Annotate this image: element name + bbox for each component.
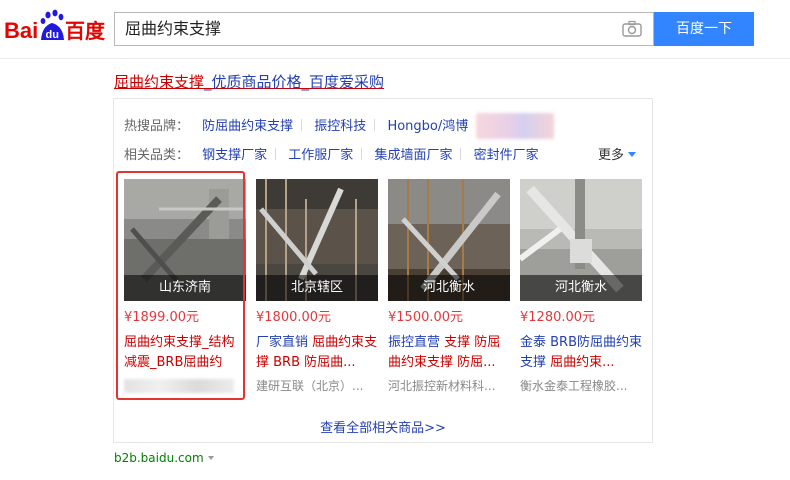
search-input[interactable] — [115, 13, 625, 45]
product-location: 北京辖区 — [256, 275, 378, 301]
related-label: 相关品类： — [124, 148, 190, 163]
product-title[interactable]: 金泰 BRB防屈曲约束支撑 屈曲约束... — [520, 333, 642, 373]
selection-highlight — [116, 171, 245, 400]
hot-brand-3[interactable]: Hongbo/鸿博 — [387, 115, 468, 134]
result-url-text: b2b.baidu.com — [114, 451, 204, 465]
product-price: ¥1500.00元 — [388, 310, 464, 325]
logo-bai: Bai — [4, 18, 38, 43]
blurred-brand — [476, 113, 555, 139]
logo-du: du — [46, 29, 59, 41]
hot-brand-1[interactable]: 防屈曲约束支撑 — [202, 115, 293, 134]
product-item[interactable]: 北京辖区 ¥1800.00元 厂家直销 屈曲约束支撑 BRB 防屈曲... 建研… — [256, 179, 378, 395]
product-title[interactable]: 厂家直销 屈曲约束支撑 BRB 防屈曲... — [256, 333, 378, 373]
related-4[interactable]: 密封件厂家 — [474, 144, 539, 163]
related-3[interactable]: 集成墙面厂家 — [374, 144, 452, 163]
product-seller: 建研互联（北京）... — [256, 379, 364, 393]
hot-brand-2[interactable]: 振控科技 — [314, 115, 366, 134]
result-title-rest: _优质商品价格_百度爱采购 — [204, 73, 385, 91]
search-box — [114, 12, 654, 46]
product-title[interactable]: 振控直营 支撑 防屈曲约束支撑 防屈... — [388, 333, 510, 373]
caret-down-icon[interactable] — [207, 456, 214, 460]
product-item[interactable]: 河北衡水 ¥1500.00元 振控直营 支撑 防屈曲约束支撑 防屈... 河北振… — [388, 179, 510, 395]
related-row: 相关品类： 钢支撑厂家 工作服厂家 集成墙面厂家 密封件厂家 — [124, 144, 547, 163]
result-title-link[interactable]: 屈曲约束支撑_优质商品价格_百度爱采购 — [114, 71, 384, 92]
product-seller: 河北振控新材料科... — [388, 379, 496, 393]
hot-brands-label: 热搜品牌： — [124, 118, 190, 134]
product-image[interactable]: 河北衡水 — [520, 179, 642, 301]
search-button[interactable]: 百度一下 — [654, 12, 754, 46]
product-seller: 衡水金泰工程橡胶... — [520, 379, 628, 393]
related-1[interactable]: 钢支撑厂家 — [202, 144, 267, 163]
logo-cn: 百度 — [65, 19, 106, 43]
caret-down-icon — [628, 152, 636, 157]
more-label: 更多 — [597, 148, 624, 163]
hot-brands-row: 热搜品牌： 防屈曲约束支撑 振控科技 Hongbo/鸿博 — [124, 113, 555, 139]
header: Bai du 百度 百度一下 — [0, 0, 790, 58]
product-image[interactable]: 北京辖区 — [256, 179, 378, 301]
product-price: ¥1280.00元 — [520, 310, 596, 325]
camera-icon[interactable] — [621, 20, 645, 38]
product-item[interactable]: 河北衡水 ¥1280.00元 金泰 BRB防屈曲约束支撑 屈曲约束... 衡水金… — [520, 179, 642, 395]
view-all-link[interactable]: 查看全部相关商品>> — [114, 417, 652, 436]
product-price: ¥1800.00元 — [256, 310, 332, 325]
result-title-highlight: 屈曲约束支撑 — [114, 73, 205, 91]
more-button[interactable]: 更多 — [598, 144, 636, 163]
related-2[interactable]: 工作服厂家 — [288, 144, 353, 163]
product-location: 河北衡水 — [520, 275, 642, 301]
baidu-logo[interactable]: Bai du 百度 — [4, 6, 106, 46]
product-location: 河北衡水 — [388, 275, 510, 301]
header-divider — [0, 58, 790, 59]
result-url[interactable]: b2b.baidu.com — [114, 451, 214, 465]
product-image[interactable]: 河北衡水 — [388, 179, 510, 301]
